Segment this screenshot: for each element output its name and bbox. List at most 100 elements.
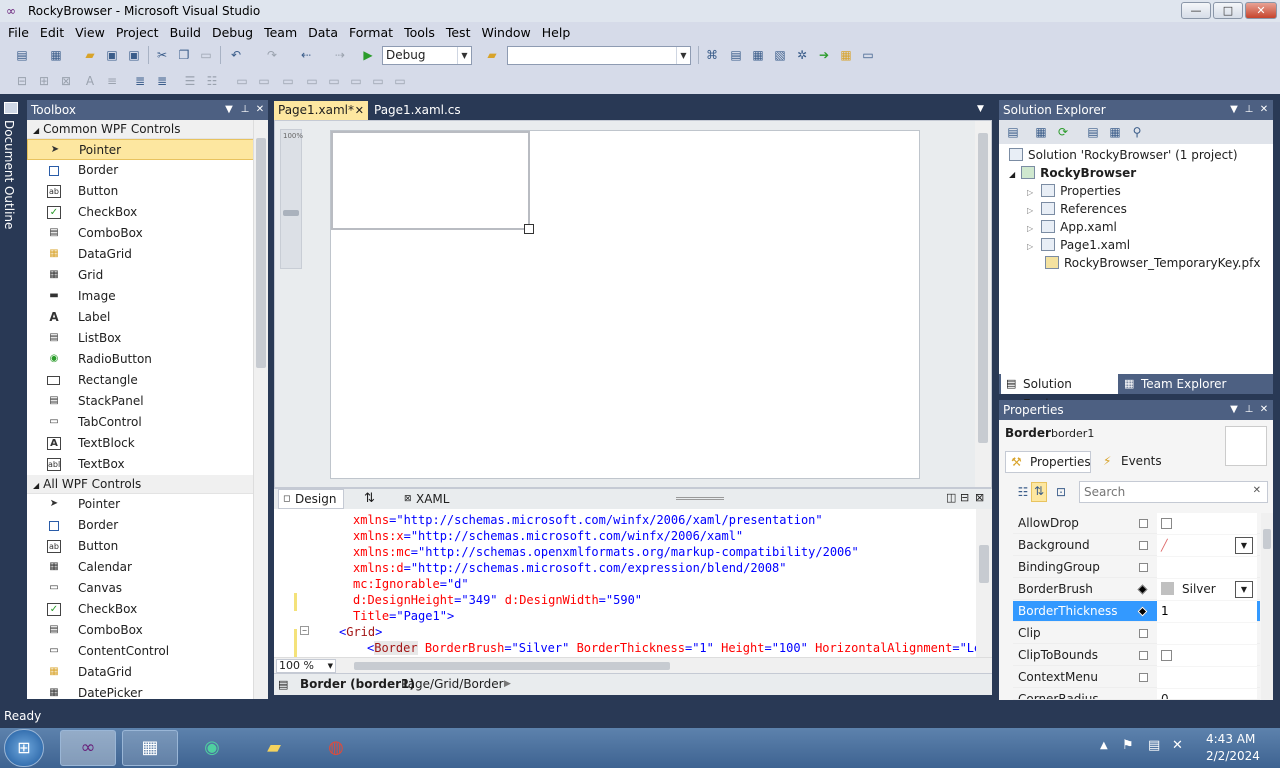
menu-debug[interactable]: Debug xyxy=(208,25,257,40)
extension-manager-icon[interactable]: ✲ xyxy=(794,47,810,63)
menu-file[interactable]: File xyxy=(4,25,33,40)
save-icon[interactable]: ▣ xyxy=(104,47,120,63)
bookmark-icon[interactable]: ☰ xyxy=(182,73,198,89)
toolbox-item-pointer[interactable]: ➤ Pointer xyxy=(27,139,268,160)
chevron-down-icon[interactable]: ▼ xyxy=(1227,400,1241,420)
properties-tab[interactable]: ⚒ Properties xyxy=(1005,451,1091,473)
bubble4-icon[interactable]: ▭ xyxy=(348,73,364,89)
pin-icon[interactable]: ⊥ xyxy=(1242,400,1256,420)
resize-handle[interactable] xyxy=(524,224,534,234)
close-icon[interactable]: ✕ xyxy=(355,101,364,120)
xaml-tab[interactable]: ⊠ XAML xyxy=(400,490,456,509)
tab-solution-explorer[interactable]: ▤ Solution Explorer xyxy=(1001,374,1118,411)
toolbox-item-datagrid-all[interactable]: ▦ DataGrid xyxy=(27,662,268,683)
swap-panes-icon[interactable]: ⇅ xyxy=(364,491,375,506)
toolbox-item-combobox[interactable]: ▤ ComboBox xyxy=(27,223,268,244)
font-size-icon[interactable]: A xyxy=(82,73,98,89)
start-button[interactable]: ⊞ xyxy=(4,729,44,767)
team-explorer-icon[interactable]: ▦ xyxy=(838,47,854,63)
menu-test[interactable]: Test xyxy=(442,25,475,40)
selected-name[interactable]: border1 xyxy=(1051,427,1094,440)
navigate-backward-icon[interactable]: ⇠ xyxy=(298,47,314,63)
prop-set-marker-icon[interactable] xyxy=(1137,584,1148,595)
show-hidden-icons-icon[interactable]: ▲ xyxy=(1100,740,1108,751)
chevron-down-icon[interactable]: ▼ xyxy=(1227,100,1241,120)
cut-icon[interactable]: ✂ xyxy=(154,47,170,63)
se-item-app-xaml[interactable]: ▷ App.xaml xyxy=(1027,218,1117,236)
bubble2-icon[interactable]: ▭ xyxy=(304,73,320,89)
collapse-outline-icon[interactable]: − xyxy=(300,626,309,635)
vertical-split-icon[interactable]: ◫ xyxy=(946,491,956,504)
find-in-files-icon[interactable]: ▰ xyxy=(484,47,500,63)
toolbox-item-tabcontrol[interactable]: ▭ TabControl xyxy=(27,412,268,433)
toolbox-item-canvas[interactable]: ▭ Canvas xyxy=(27,578,268,599)
prop-marker-icon[interactable] xyxy=(1139,629,1148,638)
toolbox-item-stackpanel[interactable]: ▤ StackPanel xyxy=(27,391,268,412)
close-icon[interactable]: ✕ xyxy=(1257,400,1271,420)
prop-row-cornerradius[interactable]: CornerRadius 0 xyxy=(1013,689,1260,700)
prop-marker-icon[interactable] xyxy=(1139,673,1148,682)
prop-row-contextmenu[interactable]: ContextMenu xyxy=(1013,667,1260,688)
properties-window-icon[interactable]: ▤ xyxy=(728,47,744,63)
se-item-references[interactable]: ▷ References xyxy=(1027,200,1127,218)
toolbox-item-label[interactable]: A Label xyxy=(27,307,268,328)
prop-value[interactable]: 0 xyxy=(1157,689,1257,699)
menu-window[interactable]: Window xyxy=(477,25,534,40)
se-item-pfx[interactable]: RockyBrowser_TemporaryKey.pfx xyxy=(1045,254,1260,272)
prop-marker-icon[interactable] xyxy=(1139,563,1148,572)
volume-muted-icon[interactable]: ✕ xyxy=(1172,738,1183,753)
class-diagram-icon[interactable]: ⚲ xyxy=(1129,124,1145,140)
xaml-code-editor[interactable]: xmlns="http://schemas.microsoft.com/winf… xyxy=(274,509,992,657)
minimize-button[interactable]: — xyxy=(1181,2,1211,19)
taskbar-file-explorer[interactable]: ▰ xyxy=(246,730,302,766)
prop-value[interactable] xyxy=(1157,557,1257,578)
horizontal-split-icon[interactable]: ⊟ xyxy=(960,491,969,504)
save-all-icon[interactable]: ▣ xyxy=(126,47,142,63)
solution-configuration-combo[interactable]: Debug ▼ xyxy=(382,46,472,65)
paste-icon[interactable]: ▭ xyxy=(198,47,214,63)
align-rights-icon[interactable]: ⊠ xyxy=(58,73,74,89)
prop-marker-icon[interactable] xyxy=(1139,541,1148,550)
tab-team-explorer[interactable]: ▦ Team Explorer xyxy=(1121,374,1231,394)
prop-row-bindinggroup[interactable]: BindingGroup xyxy=(1013,557,1260,578)
prop-row-allowdrop[interactable]: AllowDrop xyxy=(1013,513,1260,534)
copy-icon[interactable]: ❐ xyxy=(176,47,192,63)
toolbox-item-border[interactable]: Border xyxy=(27,160,268,181)
toolbox-item-radiobutton[interactable]: ◉ RadioButton xyxy=(27,349,268,370)
toolbox-scrollbar[interactable] xyxy=(253,120,268,699)
toolbox-item-checkbox[interactable]: ✓ CheckBox xyxy=(27,202,268,223)
filter-icon[interactable]: ⊡ xyxy=(1053,484,1069,500)
start-page-icon[interactable]: ➔ xyxy=(816,47,832,63)
close-button[interactable]: ✕ xyxy=(1245,2,1277,19)
speech-icon[interactable]: ▭ xyxy=(256,73,272,89)
prop-row-background[interactable]: Background ╱ ▼ xyxy=(1013,535,1260,556)
toolbox-item-combobox-all[interactable]: ▤ ComboBox xyxy=(27,620,268,641)
breadcrumb-selected[interactable]: Border (border1) xyxy=(300,674,415,695)
menu-project[interactable]: Project xyxy=(112,25,163,40)
object-browser-icon[interactable]: ▦ xyxy=(750,47,766,63)
properties-icon[interactable]: ▤ xyxy=(1005,124,1021,140)
menu-data[interactable]: Data xyxy=(304,25,342,40)
menu-help[interactable]: Help xyxy=(538,25,575,40)
toolbox-item-listbox[interactable]: ▤ ListBox xyxy=(27,328,268,349)
toolbox-item-calendar[interactable]: ▦ Calendar xyxy=(27,557,268,578)
toolbox-item-grid[interactable]: ▦ Grid xyxy=(27,265,268,286)
toolbox-item-button-all[interactable]: ab Button xyxy=(27,536,268,557)
menu-team[interactable]: Team xyxy=(260,25,301,40)
new-project-icon[interactable]: ▤ xyxy=(14,47,30,63)
taskbar-control-panel[interactable]: ▦ xyxy=(122,730,178,766)
se-item-properties[interactable]: ▷ Properties xyxy=(1027,182,1121,200)
menu-tools[interactable]: Tools xyxy=(400,25,439,40)
taskbar-visual-studio[interactable]: ∞ xyxy=(60,730,116,766)
design-tab[interactable]: ◻ Design xyxy=(278,489,344,509)
splitter-grip[interactable] xyxy=(676,497,724,500)
horizontal-scroll-thumb[interactable] xyxy=(354,662,670,670)
prop-set-marker-icon[interactable] xyxy=(1137,606,1148,617)
events-tab[interactable]: ⚡ Events xyxy=(1099,451,1169,473)
add-item-icon[interactable]: ▦ xyxy=(48,47,64,63)
chevron-right-icon[interactable]: ▶ xyxy=(504,674,511,695)
comment-icon[interactable]: ≣ xyxy=(132,73,148,89)
prop-row-clip[interactable]: Clip xyxy=(1013,623,1260,644)
clock-date[interactable]: 2/2/2024 xyxy=(1206,749,1260,763)
view-code-icon[interactable]: ▤ xyxy=(1085,124,1101,140)
